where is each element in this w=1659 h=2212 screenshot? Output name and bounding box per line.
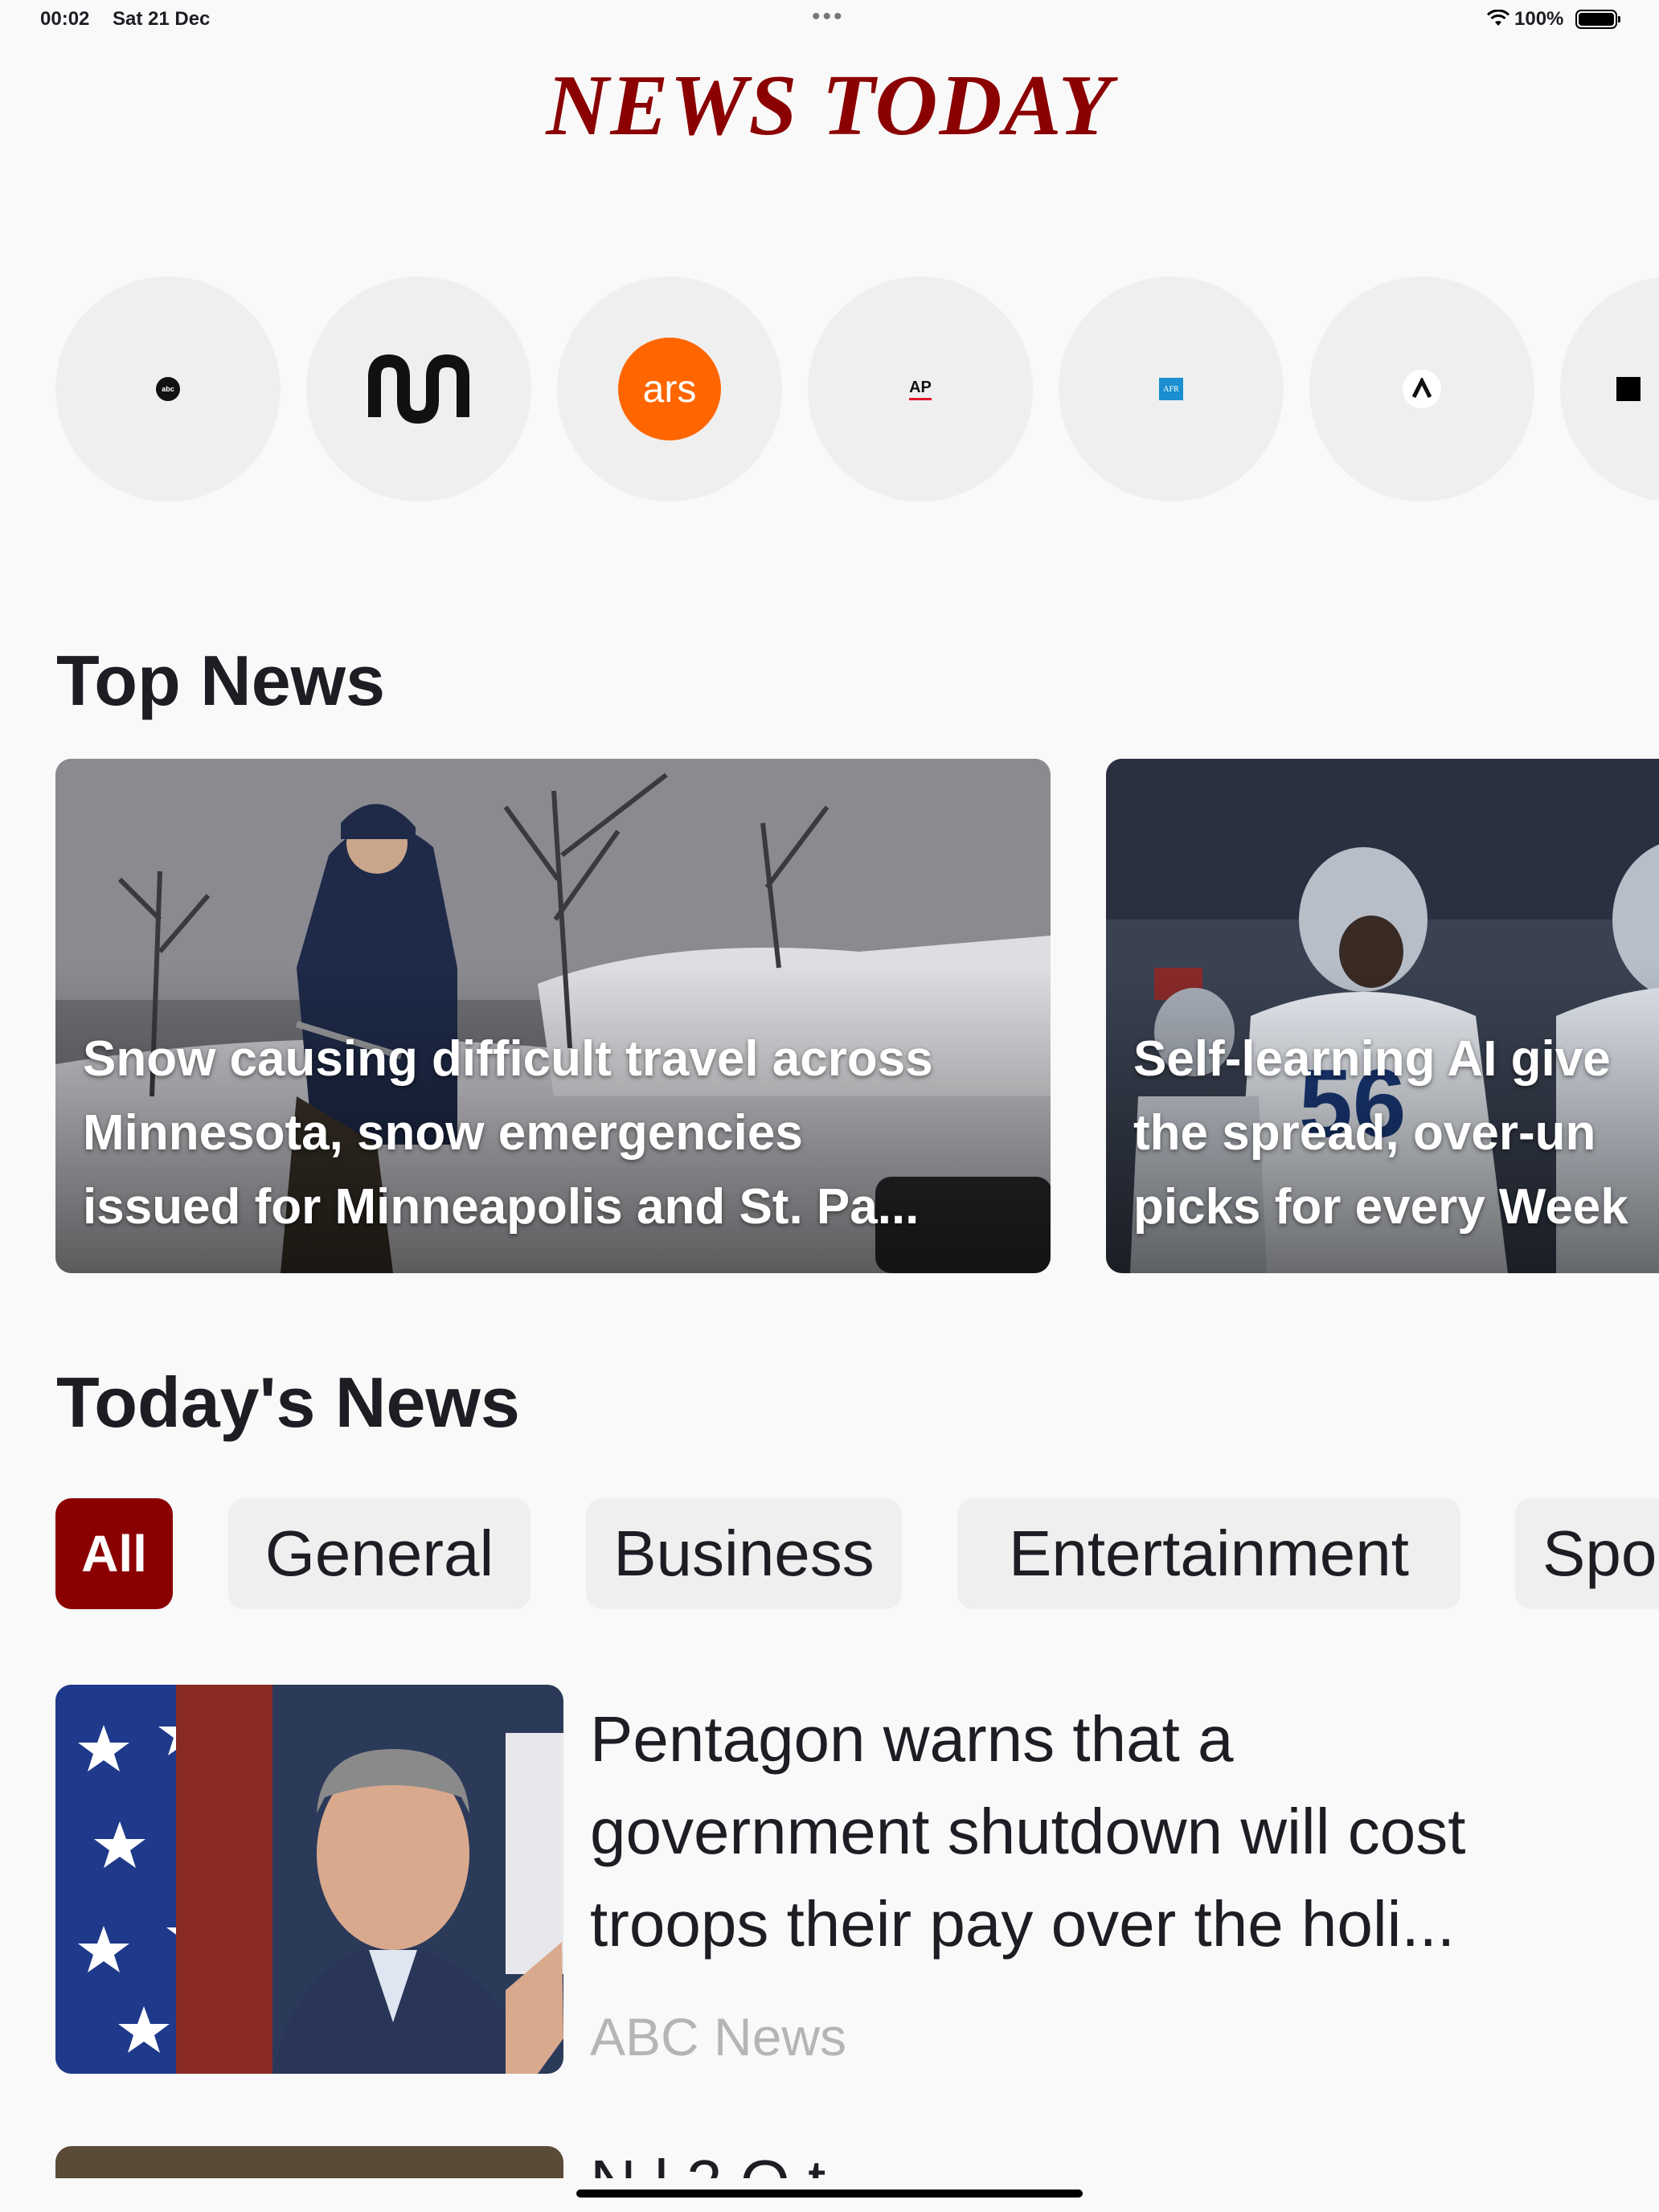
abc-news-logo-icon: abc	[156, 377, 180, 401]
associated-press-logo-icon: AP	[909, 379, 932, 400]
source-afr[interactable]: AFR	[1059, 276, 1284, 502]
top-news-headline: Snow causing difficult travel across Min…	[83, 1031, 933, 1235]
source-abc-australia[interactable]	[306, 276, 531, 502]
source-axios[interactable]	[1309, 276, 1534, 502]
news-sources-row: abc ars AP AFR	[55, 276, 1659, 502]
article-source: ABC News	[590, 2007, 847, 2067]
category-chip-general[interactable]: General	[228, 1498, 530, 1609]
pentagon-press-photo	[55, 1685, 563, 2074]
article-title: N l 2 O t	[590, 2146, 825, 2178]
top-news-heading: Top News	[56, 641, 386, 720]
article-list-item[interactable]: Pentagon warns that a government shutdow…	[55, 1685, 1659, 2074]
category-chip-entertainment[interactable]: Entertainment	[957, 1498, 1460, 1609]
top-news-card[interactable]: 56 Self-learning AI give the spread, ove…	[1106, 759, 1659, 1273]
home-indicator[interactable]	[576, 2189, 1083, 2198]
todays-news-heading: Today's News	[56, 1362, 520, 1442]
source-associated-press[interactable]: AP	[808, 276, 1033, 502]
category-chip-business[interactable]: Business	[586, 1498, 902, 1609]
square-logo-icon	[1616, 377, 1641, 401]
category-chip-sports[interactable]: Spo	[1515, 1498, 1659, 1609]
top-news-carousel: Snow causing difficult travel across Min…	[55, 759, 1659, 1273]
wifi-icon	[1486, 10, 1510, 26]
app-title: NEWS TODAY	[546, 58, 1113, 154]
battery-icon	[1575, 10, 1620, 29]
status-time: 00:02	[40, 8, 90, 30]
source-partial[interactable]	[1560, 276, 1659, 502]
article-title: Pentagon warns that a government shutdow…	[590, 1703, 1466, 1960]
category-chip-all[interactable]: All	[55, 1498, 173, 1609]
source-abc-news[interactable]: abc	[55, 276, 281, 502]
article-thumbnail	[55, 2146, 563, 2178]
battery-percent: 100%	[1514, 8, 1564, 30]
top-news-card[interactable]: Snow causing difficult travel across Min…	[55, 759, 1051, 1273]
source-ars-technica[interactable]: ars	[557, 276, 782, 502]
category-chips: All General Business Entertainment Spo	[55, 1498, 1659, 1611]
status-date: Sat 21 Dec	[113, 8, 211, 30]
abc-australia-logo-icon	[368, 354, 469, 424]
article-list-item[interactable]: N l 2 O t	[55, 2146, 1659, 2178]
axios-logo-icon	[1403, 370, 1441, 408]
top-news-headline: Self-learning AI give the spread, over-u…	[1133, 1031, 1628, 1235]
multitasking-dots-icon[interactable]: •••	[812, 5, 845, 29]
status-bar: 00:02 Sat 21 Dec ••• 100%	[0, 0, 1659, 40]
ars-technica-logo-icon: ars	[618, 338, 721, 440]
afr-logo-icon: AFR	[1159, 378, 1183, 400]
article-thumbnail	[55, 1685, 563, 2074]
